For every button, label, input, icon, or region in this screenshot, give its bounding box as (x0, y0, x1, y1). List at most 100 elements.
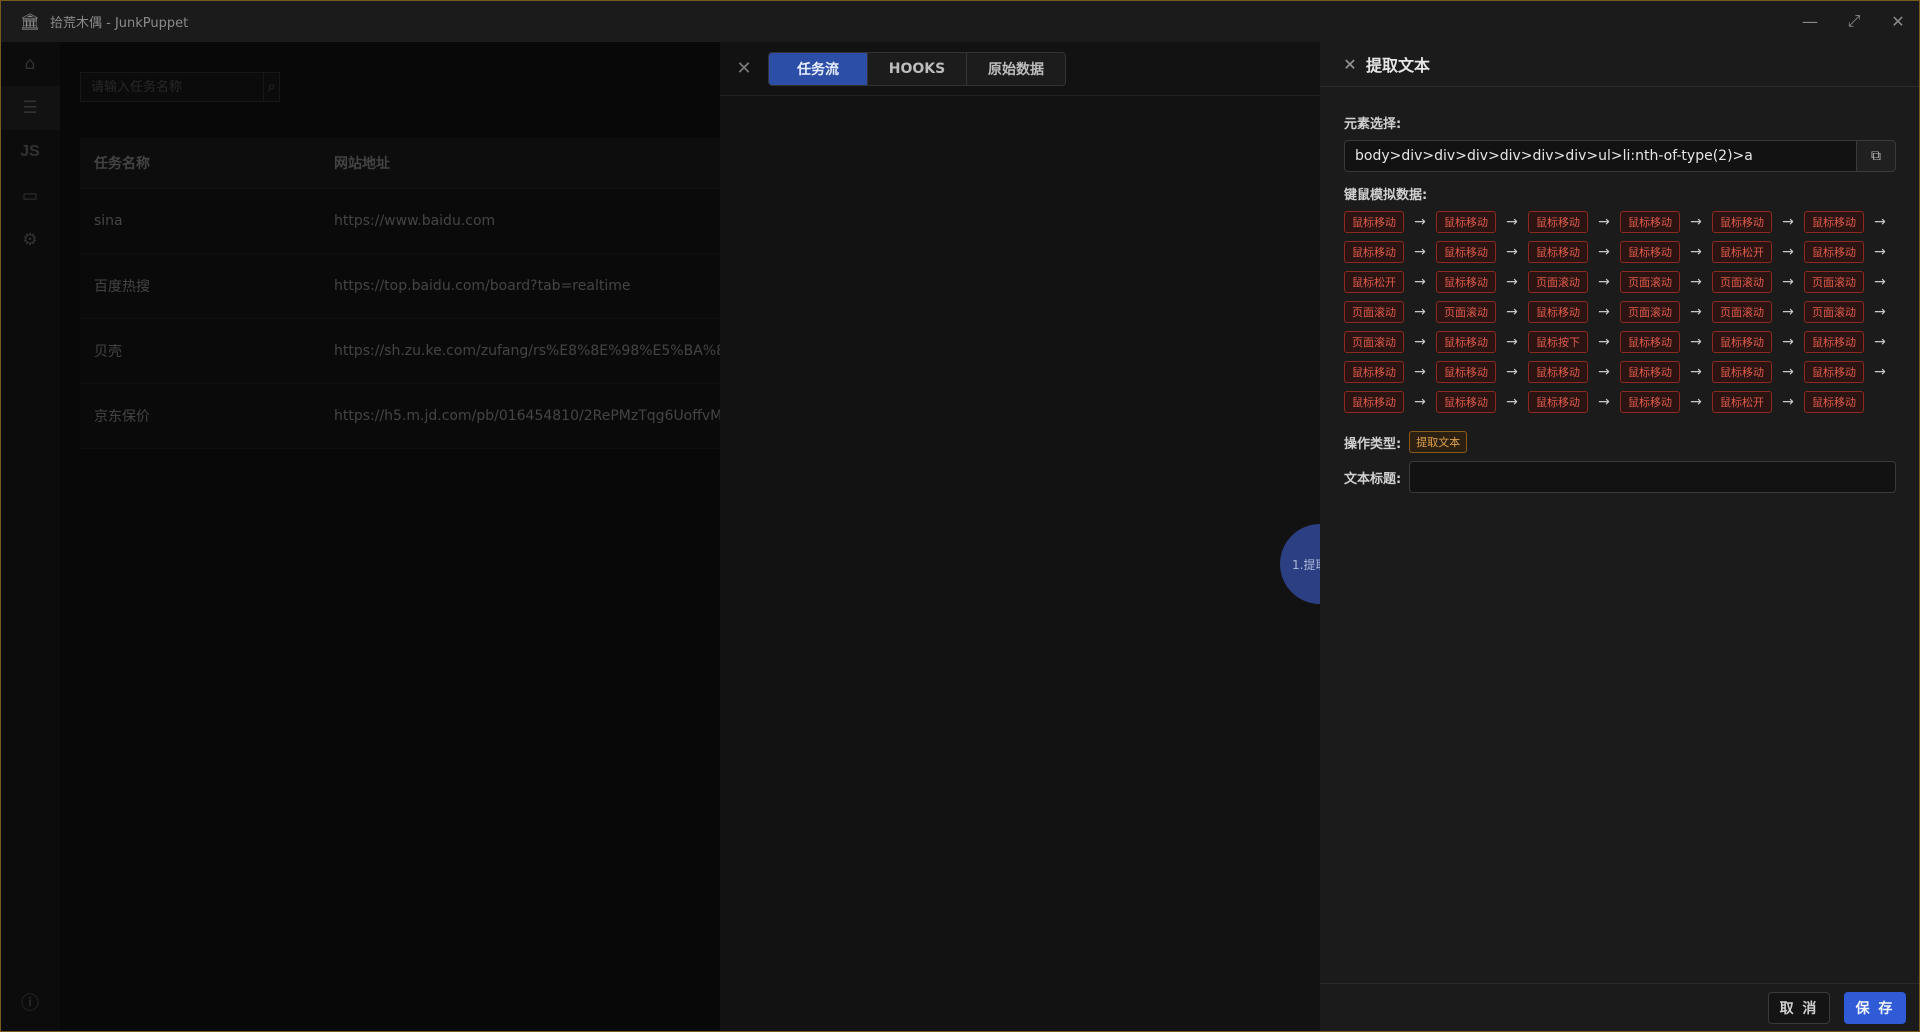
arrow-right-icon: → (1690, 244, 1702, 260)
action-tag: 鼠标移动 (1804, 241, 1864, 263)
extract-text-panel: ✕ 提取文本 元素选择: ⧉ 键鼠模拟数据: 鼠标移动→鼠标移动→鼠标移动→鼠标… (1320, 42, 1920, 1032)
arrow-right-icon: → (1414, 394, 1426, 410)
arrow-right-icon: → (1506, 214, 1518, 230)
title-bar[interactable]: 🏛 拾荒木偶 - JunkPuppet — ⤢ ✕ (0, 0, 1920, 42)
arrow-right-icon: → (1414, 364, 1426, 380)
arrow-right-icon: → (1690, 394, 1702, 410)
arrow-right-icon: → (1782, 214, 1794, 230)
action-tag: 页面滚动 (1620, 271, 1680, 293)
action-tag: 鼠标移动 (1804, 361, 1864, 383)
save-button[interactable]: 保 存 (1844, 992, 1906, 1024)
action-tag: 鼠标移动 (1528, 301, 1588, 323)
action-tag: 页面滚动 (1436, 301, 1496, 323)
panel-body: 元素选择: ⧉ 键鼠模拟数据: 鼠标移动→鼠标移动→鼠标移动→鼠标移动→鼠标移动… (1320, 87, 1920, 493)
arrow-right-icon: → (1782, 274, 1794, 290)
panel-header: ✕ 提取文本 (1320, 42, 1920, 87)
arrow-right-icon: → (1598, 394, 1610, 410)
arrow-right-icon: → (1782, 394, 1794, 410)
arrow-right-icon: → (1414, 244, 1426, 260)
op-type-label: 操作类型: (1344, 436, 1402, 452)
action-tag: 鼠标移动 (1528, 361, 1588, 383)
action-tag: 鼠标移动 (1620, 331, 1680, 353)
action-tag: 鼠标移动 (1620, 211, 1680, 233)
arrow-right-icon: → (1874, 364, 1886, 380)
action-tag: 鼠标松开 (1712, 391, 1772, 413)
action-tag: 鼠标移动 (1528, 391, 1588, 413)
arrow-right-icon: → (1414, 334, 1426, 350)
action-tag: 鼠标松开 (1712, 241, 1772, 263)
selector-label: 元素选择: (1344, 117, 1402, 132)
arrow-right-icon: → (1598, 334, 1610, 350)
action-tag: 鼠标移动 (1620, 361, 1680, 383)
arrow-right-icon: → (1598, 364, 1610, 380)
action-tag: 页面滚动 (1712, 301, 1772, 323)
action-tag: 鼠标移动 (1620, 241, 1680, 263)
arrow-right-icon: → (1874, 274, 1886, 290)
arrow-right-icon: → (1506, 304, 1518, 320)
close-icon[interactable]: ✕ (720, 58, 768, 79)
action-tag: 鼠标移动 (1436, 361, 1496, 383)
minimize-icon[interactable]: — (1788, 0, 1832, 42)
arrow-right-icon: → (1506, 394, 1518, 410)
close-icon[interactable]: ✕ (1340, 55, 1360, 74)
selector-input[interactable] (1344, 140, 1856, 172)
tab-hooks[interactable]: HOOKS (867, 52, 966, 85)
action-tag: 页面滚动 (1712, 271, 1772, 293)
arrow-right-icon: → (1506, 244, 1518, 260)
action-tag: 鼠标移动 (1436, 241, 1496, 263)
close-icon[interactable]: ✕ (1876, 0, 1920, 42)
action-tag: 鼠标移动 (1804, 211, 1864, 233)
arrow-right-icon: → (1874, 214, 1886, 230)
arrow-right-icon: → (1690, 214, 1702, 230)
action-tag: 鼠标移动 (1528, 241, 1588, 263)
arrow-right-icon: → (1690, 274, 1702, 290)
task-flow-drawer: ✕ 任务流 HOOKS 原始数据 1.提取 (720, 42, 1320, 1032)
action-tag: 鼠标移动 (1804, 391, 1864, 413)
action-sequence: 鼠标移动 → 鼠标移动 → 鼠标移动 → 鼠标移动 → 鼠标移动 → 鼠标移动 → 鼠标移动 → 鼠标移动 →… (1344, 211, 1896, 413)
tab-raw-data[interactable]: 原始数据 (966, 52, 1065, 85)
action-tag: 鼠标松开 (1344, 271, 1404, 293)
sequence-label: 键鼠模拟数据: (1344, 188, 1428, 203)
action-tag: 鼠标移动 (1436, 391, 1496, 413)
cancel-button[interactable]: 取 消 (1768, 992, 1830, 1024)
action-tag: 鼠标移动 (1620, 391, 1680, 413)
arrow-right-icon: → (1414, 214, 1426, 230)
action-tag: 页面滚动 (1344, 331, 1404, 353)
arrow-right-icon: → (1782, 364, 1794, 380)
action-tag: 鼠标移动 (1344, 241, 1404, 263)
action-tag: 鼠标移动 (1528, 211, 1588, 233)
text-title-row: 文本标题: (1344, 461, 1896, 493)
arrow-right-icon: → (1690, 304, 1702, 320)
temple-icon: 🏛 (19, 11, 41, 31)
text-title-input[interactable] (1409, 461, 1896, 493)
arrow-right-icon: → (1874, 244, 1886, 260)
arrow-right-icon: → (1782, 334, 1794, 350)
arrow-right-icon: → (1782, 304, 1794, 320)
action-tag: 页面滚动 (1528, 271, 1588, 293)
action-tag: 鼠标移动 (1436, 211, 1496, 233)
action-tag: 页面滚动 (1620, 301, 1680, 323)
maximize-icon[interactable]: ⤢ (1832, 0, 1876, 42)
action-tag: 页面滚动 (1804, 271, 1864, 293)
op-type-tag: 提取文本 (1409, 431, 1468, 453)
arrow-right-icon: → (1506, 274, 1518, 290)
action-tag: 鼠标按下 (1528, 331, 1588, 353)
arrow-right-icon: → (1874, 304, 1886, 320)
arrow-right-icon: → (1690, 364, 1702, 380)
task-flow-header: ✕ 任务流 HOOKS 原始数据 (720, 42, 1320, 96)
action-tag: 页面滚动 (1804, 301, 1864, 323)
arrow-right-icon: → (1506, 334, 1518, 350)
action-tag: 鼠标移动 (1344, 361, 1404, 383)
arrow-right-icon: → (1598, 274, 1610, 290)
arrow-right-icon: → (1690, 334, 1702, 350)
action-tag: 鼠标移动 (1436, 331, 1496, 353)
tab-task-flow[interactable]: 任务流 (769, 52, 867, 85)
copy-icon[interactable]: ⧉ (1856, 140, 1896, 172)
arrow-right-icon: → (1874, 334, 1886, 350)
arrow-right-icon: → (1506, 364, 1518, 380)
modal-overlay[interactable] (0, 42, 720, 1032)
action-tag: 页面滚动 (1344, 301, 1404, 323)
flow-node[interactable]: 1.提取 (1280, 524, 1320, 604)
arrow-right-icon: → (1414, 304, 1426, 320)
action-tag: 鼠标移动 (1436, 271, 1496, 293)
